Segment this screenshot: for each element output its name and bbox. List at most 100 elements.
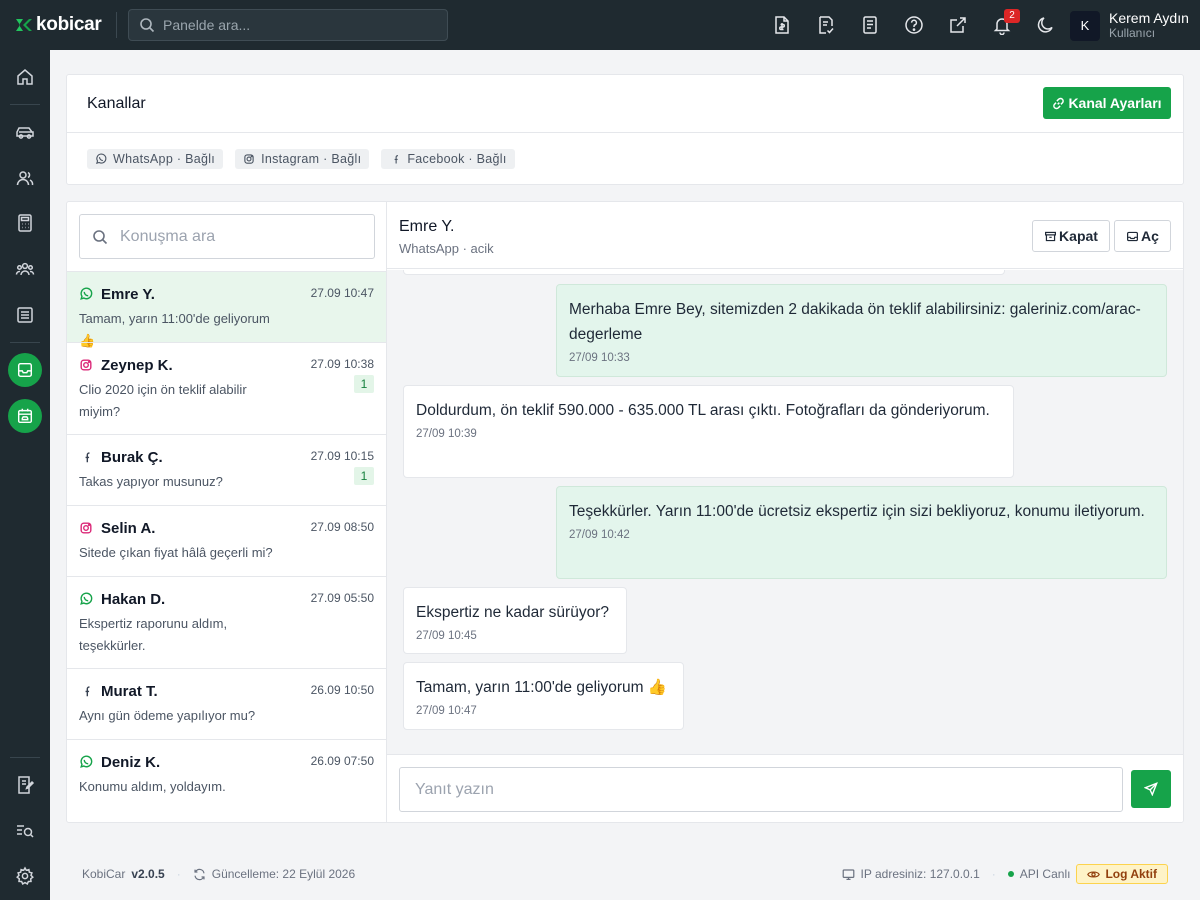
channel-chip-instagram[interactable]: Instagram · Bağlı	[235, 149, 370, 169]
archive-icon	[1045, 231, 1057, 241]
search-icon	[93, 229, 108, 244]
chat-contact-name: Emre Y.	[399, 218, 455, 235]
external-link-icon	[950, 17, 966, 33]
send-button[interactable]	[1131, 770, 1171, 808]
panel-search-input[interactable]	[163, 17, 433, 33]
api-status-dot	[1007, 871, 1014, 877]
channel-chip-label: Instagram · Bağlı	[261, 152, 362, 166]
sidebar-item-inbox[interactable]	[0, 350, 50, 390]
channel-chip-whatsapp[interactable]: WhatsApp · Bağlı	[87, 149, 224, 169]
documents-button[interactable]	[848, 0, 892, 50]
close-conversation-button[interactable]: Kapat	[1032, 220, 1110, 252]
unread-badge: 1	[354, 375, 374, 393]
sidebar-item-appointments[interactable]	[0, 396, 50, 436]
conversation-time: 27.09 10:47	[310, 286, 374, 300]
conversation-item[interactable]: Deniz K. 26.09 07:50 Konumu aldım, yoldayı…	[67, 739, 386, 810]
reply-input[interactable]	[399, 767, 1123, 812]
user-role: Kullanıcı	[1109, 26, 1156, 40]
conversation-preview: Konumu aldım, yoldayım.	[79, 779, 226, 794]
footer: KobiCar v2.0.5 · Güncelleme: 22 Eylül 20…	[66, 862, 1184, 886]
log-status-badge[interactable]: Log Aktif	[1076, 864, 1168, 884]
channels-card: Kanallar Kanal Ayarları WhatsApp · Bağlı…	[66, 74, 1184, 185]
channel-icon-wrap	[79, 755, 93, 769]
channel-chip-facebook[interactable]: Facebook · Bağlı	[381, 149, 515, 169]
sidebar-item-home[interactable]	[0, 57, 50, 97]
notification-badge: 2	[1004, 9, 1020, 23]
conversation-item[interactable]: Hakan D. 27.09 05:50 Ekspertiz raporunu al…	[67, 576, 386, 668]
conversation-time: 26.09 07:50	[310, 754, 374, 768]
message-time: 27/09 10:42	[569, 529, 630, 541]
open-site-button[interactable]	[936, 0, 980, 50]
sidebar-item-settings[interactable]	[0, 856, 50, 896]
home-icon	[17, 69, 33, 85]
chat-header: Emre Y. WhatsApp · acik Kapat Aç	[387, 202, 1183, 269]
approved-docs-button[interactable]	[804, 0, 848, 50]
footer-version: v2.0.5	[131, 867, 165, 881]
sidebar-item-vehicles[interactable]	[0, 112, 50, 152]
channel-chip-label: WhatsApp · Bağlı	[113, 152, 216, 166]
channel-settings-button[interactable]: Kanal Ayarları	[1043, 87, 1171, 119]
sidebar-divider	[10, 104, 40, 105]
refresh-icon	[194, 868, 205, 880]
logo[interactable]: kobicar	[0, 0, 116, 50]
reply-bar	[387, 754, 1183, 822]
message-bubble-outgoing: Merhaba Emre Bey, sitemizden 2 dakikada …	[556, 284, 1167, 377]
help-button[interactable]	[892, 0, 936, 50]
car-icon	[16, 127, 34, 139]
search-icon	[140, 18, 155, 33]
theme-toggle[interactable]	[1024, 0, 1068, 50]
message-area: Merhaba Emre Bey, sitemizden 2 dakikada …	[387, 270, 1183, 754]
calendar-car-icon	[17, 408, 33, 424]
message-text: Ekspertiz ne kadar sürüyor?	[416, 604, 609, 621]
channel-chip-label: Facebook · Bağlı	[407, 152, 507, 166]
conversation-item[interactable]: Selin A. 27.09 08:50 Sitede çıkan fiyat hâ…	[67, 505, 386, 576]
conversation-item[interactable]: Murat T. 26.09 10:50 Aynı gün ödeme yapılı…	[67, 668, 386, 739]
file-check-icon	[819, 16, 834, 34]
conversation-name: Emre Y.	[101, 285, 155, 303]
conversation-name: Deniz K.	[101, 753, 161, 771]
logo-text: kobicar	[36, 14, 102, 35]
sidebar-active-bg	[8, 399, 42, 433]
sidebar-item-reports[interactable]	[0, 295, 50, 335]
sidebar-active-bg	[8, 353, 42, 387]
monitor-icon	[842, 868, 854, 880]
sidebar-item-team[interactable]	[0, 249, 50, 289]
sidebar-item-search-logs[interactable]	[0, 811, 50, 851]
panel-search[interactable]	[128, 9, 448, 41]
conversation-name: Burak Ç.	[101, 448, 163, 466]
footer-separator: ·	[176, 867, 181, 881]
sidebar-item-customers[interactable]	[0, 158, 50, 198]
notes-icon	[18, 776, 35, 794]
logo-mark-icon	[16, 19, 32, 31]
gear-icon	[16, 866, 34, 885]
conversation-name: Zeynep K.	[101, 356, 173, 374]
log-status-label: Log Aktif	[1105, 867, 1157, 881]
notifications-button[interactable]: 2	[980, 0, 1024, 50]
instagram-icon	[80, 359, 92, 371]
conversation-search[interactable]	[79, 214, 375, 259]
conversation-preview: Aynı gün ödeme yapılıyor mu?	[79, 708, 256, 723]
conversation-item[interactable]: Zeynep K. 27.09 10:38 1 Clio 2020 için ön t…	[67, 342, 386, 434]
open-conversation-button[interactable]: Aç	[1114, 220, 1171, 252]
user-menu[interactable]: K Kerem Aydın Kullanıcı	[1070, 10, 1189, 41]
footer-ip: IP adresiniz: 127.0.0.1	[860, 867, 980, 881]
team-icon	[15, 262, 35, 276]
instagram-icon	[244, 154, 254, 164]
sidebar-item-notes[interactable]	[0, 765, 50, 805]
document-icon	[863, 16, 877, 34]
footer-api-status: API Canlı	[1019, 867, 1071, 881]
conversation-item[interactable]: Burak Ç. 27.09 10:15 1 Takas yapıyor musunu…	[67, 434, 386, 505]
message-text: Doldurdum, ön teklif 590.000 - 635.000 T…	[416, 402, 990, 419]
users-icon	[16, 171, 34, 186]
top-icons: 2	[760, 0, 1068, 50]
footer-app-name: KobiCar	[82, 867, 126, 881]
inbox-icon	[17, 362, 33, 378]
facebook-icon	[85, 452, 90, 463]
channel-icon-wrap	[79, 450, 93, 464]
conversation-time: 26.09 10:50	[310, 683, 374, 697]
sidebar-item-calculator[interactable]	[0, 203, 50, 243]
conversation-item[interactable]: Emre Y. 27.09 10:47 Tamam, yarın 11:00'de …	[67, 271, 386, 348]
invoice-button[interactable]	[760, 0, 804, 50]
conversation-preview: Ekspertiz raporunu aldım, teşekkürler.	[79, 616, 228, 653]
conversation-search-input[interactable]	[120, 227, 360, 246]
